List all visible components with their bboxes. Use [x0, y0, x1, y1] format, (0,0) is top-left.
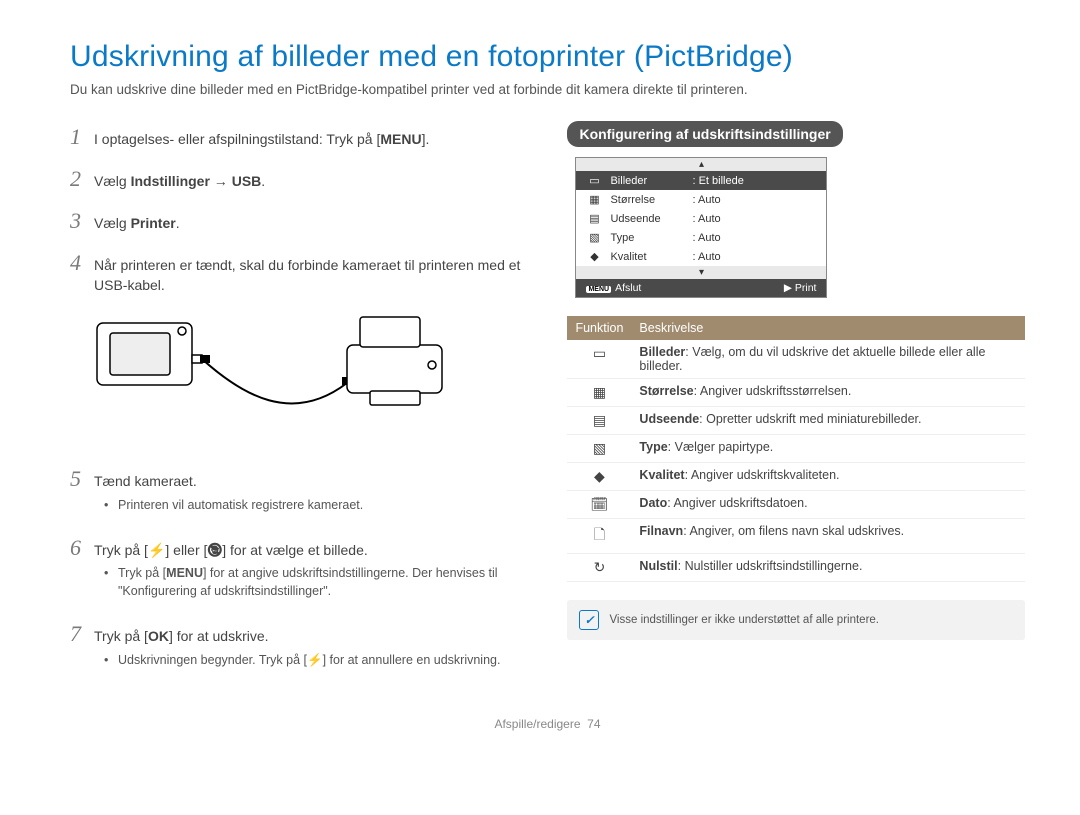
step-5-text: Tænd kameraet. — [94, 473, 197, 489]
step-3-pre: Vælg — [94, 215, 131, 231]
step-number: 4 — [70, 247, 84, 279]
func-icon: ▦ — [567, 379, 631, 407]
func-icon: 🗋 — [567, 519, 631, 554]
page-footer: Afspille/redigere 74 — [70, 717, 1025, 731]
flash-icon: ⚡ — [148, 542, 165, 558]
table-row: ◆Kvalitet: Angiver udskriftskvaliteten. — [567, 463, 1025, 491]
info-icon: ✓ — [579, 610, 599, 630]
step-3-post: . — [176, 215, 180, 231]
func-desc: Type: Vælger papirtype. — [631, 435, 1025, 463]
lcd-row-value: Auto — [692, 251, 720, 263]
step-number: 5 — [70, 463, 84, 495]
arrow-icon: → — [210, 173, 232, 189]
page-intro: Du kan udskrive dine billeder med en Pic… — [70, 82, 1025, 97]
table-row: 🗓Dato: Angiver udskriftsdatoen. — [567, 491, 1025, 519]
left-column: 1 I optagelses- eller afspilningstilstan… — [70, 121, 537, 687]
footer-section: Afspille/redigere — [494, 717, 580, 731]
step-7-post: ] for at udskrive. — [169, 628, 269, 644]
footer-page-number: 74 — [587, 717, 600, 731]
func-icon: ▧ — [567, 435, 631, 463]
step-7-b-post: ] for at annullere en udskrivning. — [323, 653, 501, 667]
step-6-b-pre: Tryk på [ — [118, 566, 166, 580]
config-header-pill: Konfigurering af udskriftsindstillinger — [567, 121, 842, 147]
table-row: 🗋Filnavn: Angiver, om filens navn skal u… — [567, 519, 1025, 554]
func-desc: Nulstil: Nulstiller udskriftsindstilling… — [631, 554, 1025, 582]
step-2-b2: USB — [232, 173, 262, 189]
ok-key: OK — [148, 628, 169, 644]
step-1-post: ]. — [422, 131, 430, 147]
note-text: Visse indstillinger er ikke understøttet… — [609, 614, 879, 626]
step-2-pre: Vælg — [94, 173, 131, 189]
step-6-mid: ] eller [ — [165, 542, 207, 558]
lcd-down-arrow-icon: ▾ — [576, 266, 826, 279]
lcd-up-arrow-icon: ▴ — [576, 158, 826, 171]
lcd-row-icon: ◆ — [586, 250, 602, 263]
step-number: 1 — [70, 121, 84, 153]
func-th-2: Beskrivelse — [631, 316, 1025, 340]
menu-key: MENU — [380, 131, 421, 147]
lcd-foot-right: ▶ Print — [784, 282, 817, 294]
func-icon: ◆ — [567, 463, 631, 491]
lcd-row-value: Auto — [692, 194, 720, 206]
lcd-row-icon: ▦ — [586, 193, 602, 206]
lcd-row-icon: ▧ — [586, 231, 602, 244]
step-6-post: ] for at vælge et billede. — [222, 542, 368, 558]
lcd-row-label: Type — [610, 232, 684, 244]
step-6-bullet: Tryk på [MENU] for at angive udskriftsin… — [110, 564, 537, 600]
lcd-row-label: Udseende — [610, 213, 684, 225]
step-4-text: Når printeren er tændt, skal du forbinde… — [94, 255, 537, 296]
step-number: 7 — [70, 618, 84, 650]
table-row: ▦Størrelse: Angiver udskriftsstørrelsen. — [567, 379, 1025, 407]
page-title: Udskrivning af billeder med en fotoprint… — [70, 40, 1025, 74]
note-box: ✓ Visse indstillinger er ikke understøtt… — [567, 600, 1025, 640]
table-row: ▭Billeder: Vælg, om du vil udskrive det … — [567, 340, 1025, 379]
lcd-row-label: Størrelse — [610, 194, 684, 206]
step-6-pre: Tryk på [ — [94, 542, 148, 558]
lcd-foot-left: MENUAfslut — [586, 282, 641, 294]
step-7-pre: Tryk på [ — [94, 628, 148, 644]
lcd-row-value: Auto — [692, 232, 720, 244]
func-desc: Billeder: Vælg, om du vil udskrive det a… — [631, 340, 1025, 379]
lcd-row-value: Auto — [692, 213, 720, 225]
step-2-b1: Indstillinger — [131, 173, 210, 189]
table-row: ▤Udseende: Opretter udskrift med miniatu… — [567, 407, 1025, 435]
right-column: Konfigurering af udskriftsindstillinger … — [567, 121, 1025, 687]
step-5-bullet: Printeren vil automatisk registrere kame… — [110, 496, 537, 514]
step-2-post: . — [261, 173, 265, 189]
timer-icon: 🕲 — [207, 542, 222, 558]
func-desc: Kvalitet: Angiver udskriftskvaliteten. — [631, 463, 1025, 491]
lcd-row-value: Et billede — [692, 175, 743, 187]
lcd-row-label: Billeder — [610, 175, 684, 187]
lcd-preview: ▴ ▭ Billeder Et billede ▦ Størrelse Auto… — [575, 157, 827, 298]
step-number: 3 — [70, 205, 84, 237]
table-row: ▧Type: Vælger papirtype. — [567, 435, 1025, 463]
func-th-1: Funktion — [567, 316, 631, 340]
step-number: 6 — [70, 532, 84, 564]
table-row: ↻Nulstil: Nulstiller udskriftsindstillin… — [567, 554, 1025, 582]
func-desc: Filnavn: Angiver, om filens navn skal ud… — [631, 519, 1025, 554]
func-icon: 🗓 — [567, 491, 631, 519]
function-table: Funktion Beskrivelse ▭Billeder: Vælg, om… — [567, 316, 1025, 582]
lcd-row-icon: ▭ — [586, 174, 602, 187]
func-desc: Udseende: Opretter udskrift med miniatur… — [631, 407, 1025, 435]
step-7-bullet: Udskrivningen begynder. Tryk på [⚡] for … — [110, 651, 537, 669]
func-desc: Størrelse: Angiver udskriftsstørrelsen. — [631, 379, 1025, 407]
lcd-row-label: Kvalitet — [610, 251, 684, 263]
flash-icon: ⚡ — [307, 653, 323, 667]
camera-printer-illustration — [92, 305, 452, 445]
step-3-b1: Printer — [131, 215, 176, 231]
func-icon: ▤ — [567, 407, 631, 435]
step-number: 2 — [70, 163, 84, 195]
func-desc: Dato: Angiver udskriftsdatoen. — [631, 491, 1025, 519]
step-7-b-pre: Udskrivningen begynder. Tryk på [ — [118, 653, 307, 667]
func-icon: ▭ — [567, 340, 631, 379]
step-1-pre: I optagelses- eller afspilningstilstand:… — [94, 131, 380, 147]
lcd-row-icon: ▤ — [586, 212, 602, 225]
func-icon: ↻ — [567, 554, 631, 582]
menu-key: MENU — [166, 566, 203, 580]
